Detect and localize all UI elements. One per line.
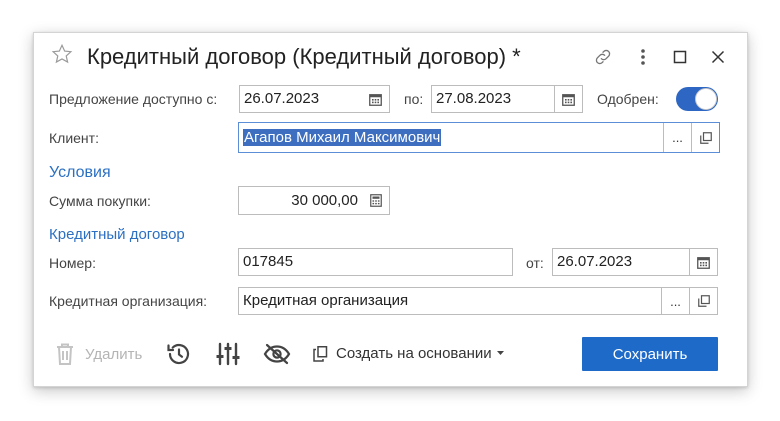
open-icon[interactable] <box>689 288 717 314</box>
calendar-icon[interactable] <box>689 249 717 275</box>
conditions-section-title: Условия <box>49 164 111 181</box>
client-input[interactable]: Агапов Михаил Максимович <box>239 123 663 152</box>
offer-from-value[interactable]: 26.07.2023 <box>240 86 362 112</box>
number-field[interactable]: 017845 <box>238 248 513 276</box>
date-field[interactable]: 26.07.2023 <box>552 248 718 276</box>
amount-label: Сумма покупки: <box>49 193 151 209</box>
amount-field[interactable]: 30 000,00 <box>238 186 390 215</box>
calendar-icon[interactable] <box>362 86 389 112</box>
offer-from-field[interactable]: 26.07.2023 <box>239 85 390 113</box>
link-icon[interactable] <box>591 45 615 69</box>
credit-section-title: Кредитный договор <box>49 226 185 243</box>
client-select-button[interactable]: ... <box>663 123 691 152</box>
offer-to-field[interactable]: 27.08.2023 <box>431 85 583 113</box>
dropdown-arrow-icon <box>496 351 504 356</box>
delete-button[interactable]: Удалить <box>54 342 142 366</box>
settings-sliders-icon[interactable] <box>215 342 241 366</box>
ellipsis-icon: ... <box>670 293 681 309</box>
delete-label: Удалить <box>85 345 143 363</box>
trash-icon <box>54 342 76 366</box>
approved-toggle[interactable] <box>676 87 718 111</box>
close-icon[interactable] <box>706 45 730 69</box>
approved-label: Одобрен: <box>597 91 659 107</box>
form-window: Кредитный договор (Кредитный договор) * … <box>33 32 748 387</box>
open-icon[interactable] <box>691 123 719 152</box>
amount-value[interactable]: 30 000,00 <box>239 187 362 214</box>
client-field[interactable]: Агапов Михаил Максимович ... <box>238 122 720 153</box>
client-value: Агапов Михаил Максимович <box>243 129 442 146</box>
eye-off-icon[interactable] <box>263 343 291 365</box>
offer-to-value[interactable]: 27.08.2023 <box>432 86 554 112</box>
create-based-on-button[interactable]: Создать на основании <box>313 345 504 362</box>
client-label: Клиент: <box>49 130 99 146</box>
number-label: Номер: <box>49 255 96 271</box>
calculator-icon[interactable] <box>362 187 389 214</box>
org-select-button[interactable]: ... <box>661 288 689 314</box>
date-label: от: <box>526 255 544 271</box>
offer-to-label: по: <box>404 91 424 107</box>
offer-from-label: Предложение доступно с: <box>49 91 218 107</box>
window-title: Кредитный договор (Кредитный договор) * <box>87 44 521 69</box>
number-value[interactable]: 017845 <box>239 249 512 275</box>
history-icon[interactable] <box>165 342 191 366</box>
copy-doc-icon <box>313 345 328 362</box>
create-based-on-label: Создать на основании <box>336 345 492 362</box>
more-vertical-icon[interactable] <box>631 45 655 69</box>
toggle-knob <box>695 88 717 110</box>
save-button[interactable]: Сохранить <box>582 337 718 371</box>
maximize-icon[interactable] <box>668 45 692 69</box>
org-value[interactable]: Кредитная организация <box>239 288 661 314</box>
date-value[interactable]: 26.07.2023 <box>553 249 689 275</box>
calendar-icon[interactable] <box>554 86 582 112</box>
org-label: Кредитная организация: <box>49 293 208 309</box>
org-field[interactable]: Кредитная организация ... <box>238 287 718 315</box>
star-icon[interactable] <box>51 43 73 68</box>
ellipsis-icon: ... <box>672 130 683 145</box>
